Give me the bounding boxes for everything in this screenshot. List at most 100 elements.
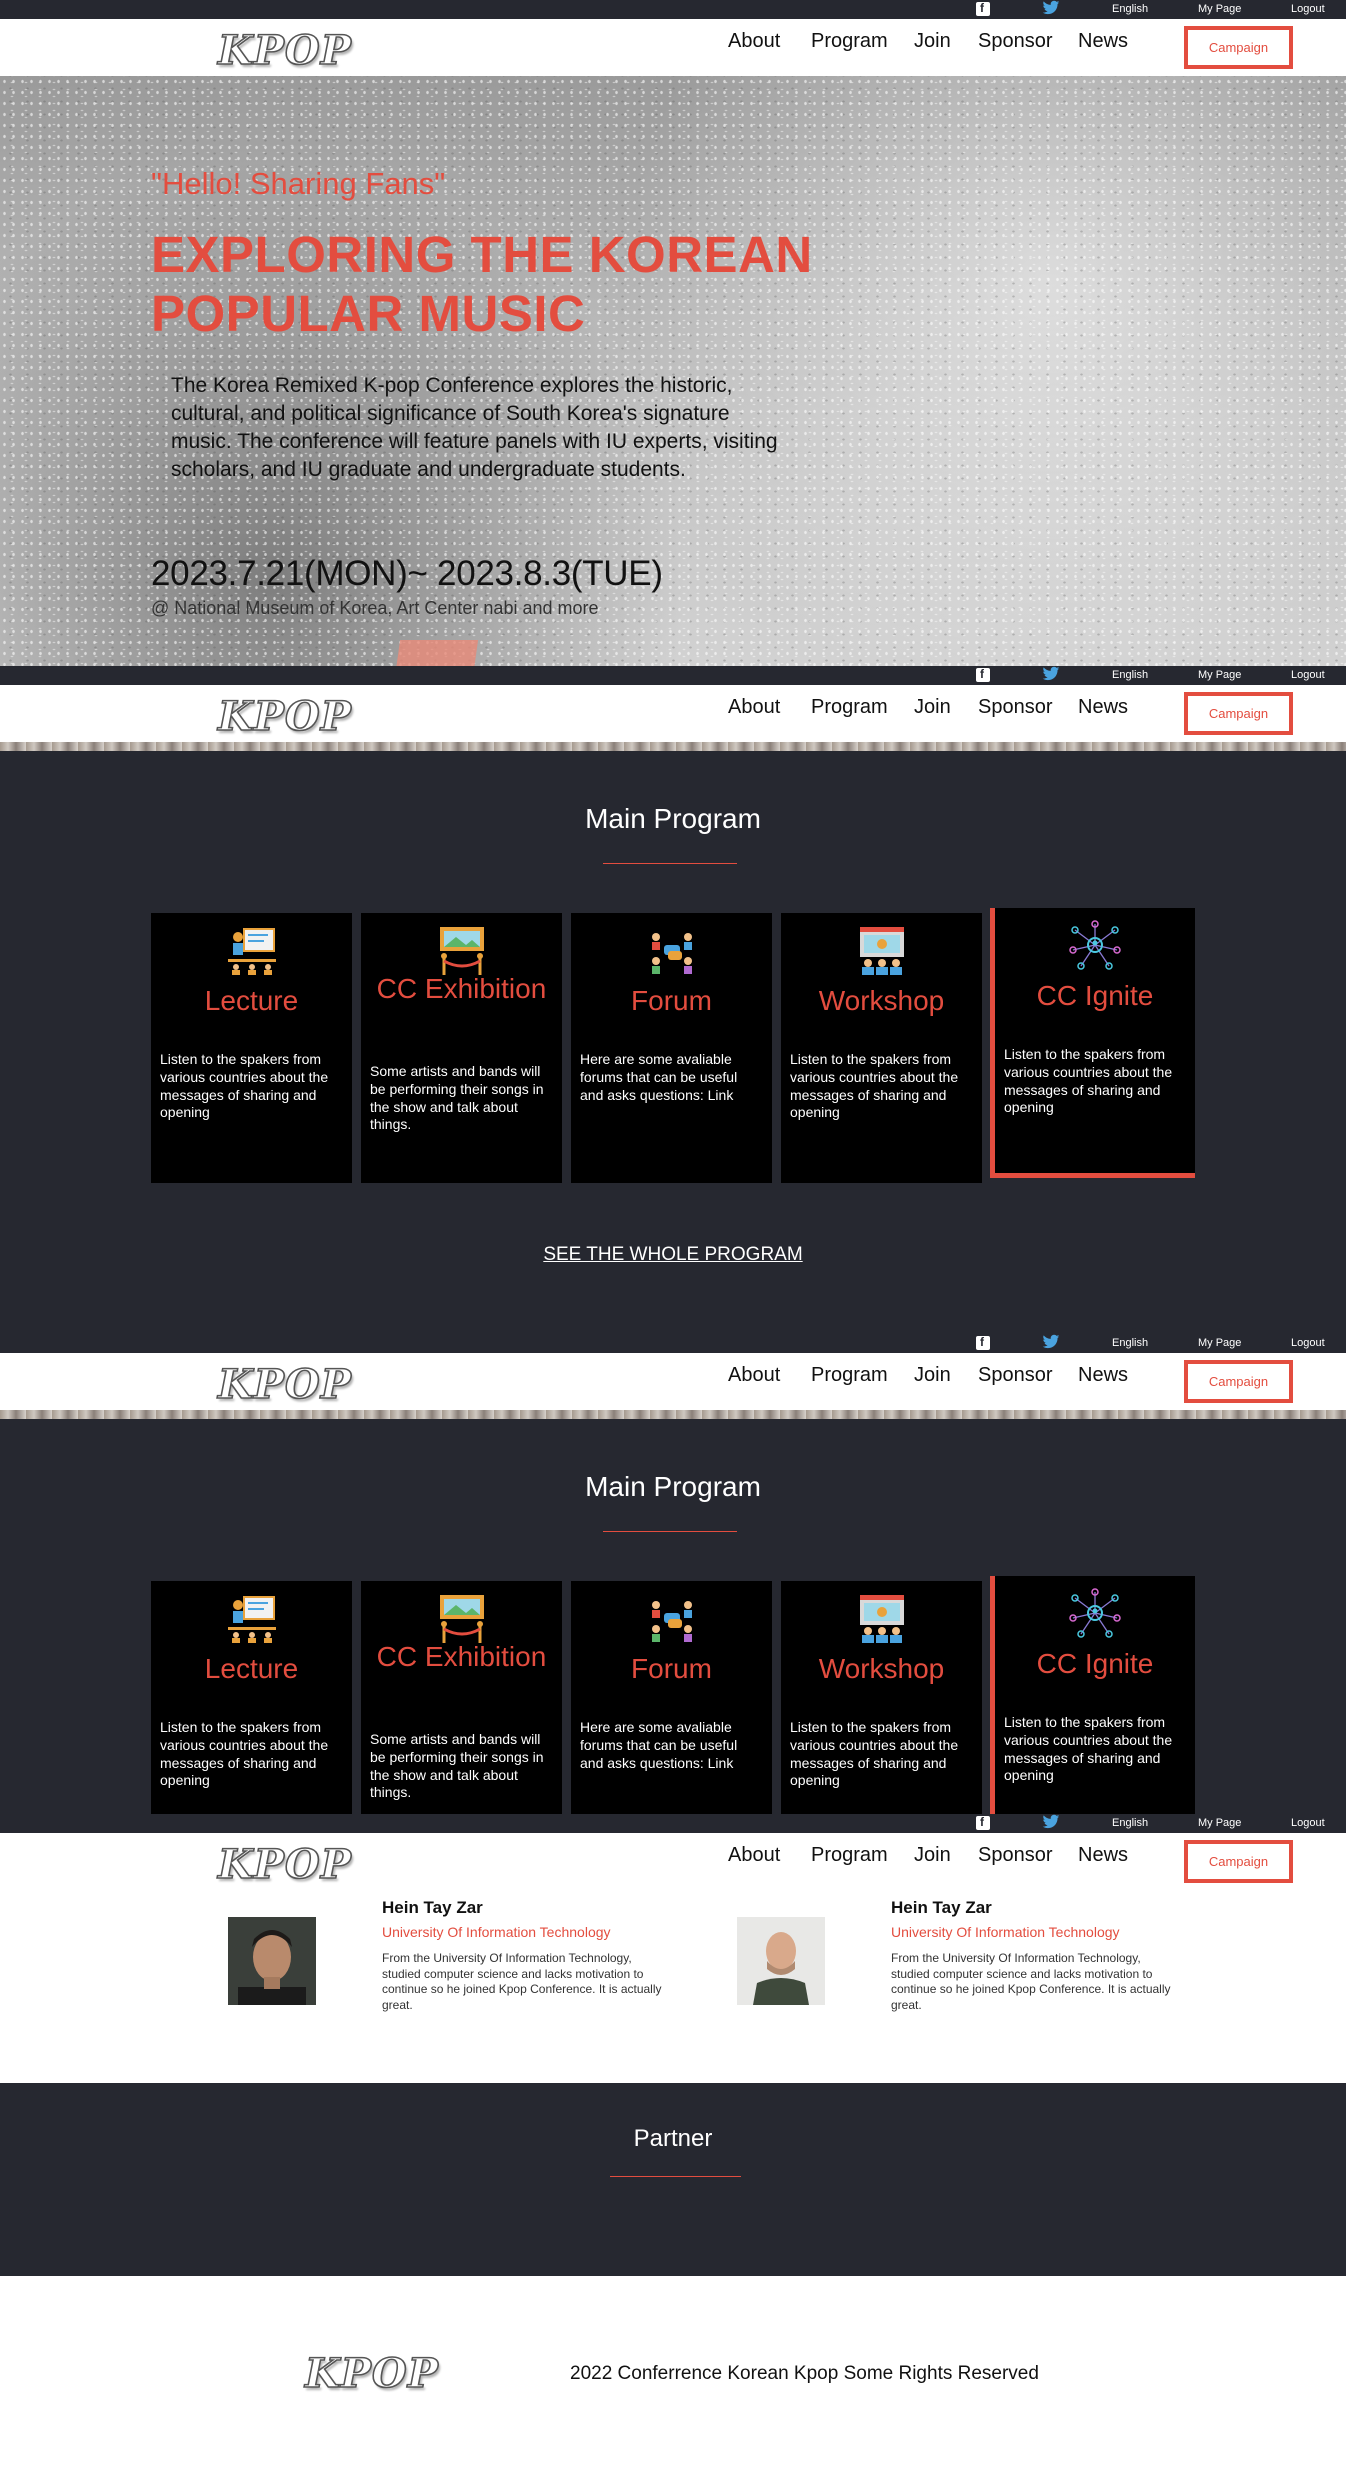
program-card-workshop[interactable]: Workshop Listen to the spakers from vari… [781,913,982,1183]
nav-news[interactable]: News [1078,696,1128,719]
speaker-bio: From the University Of Information Techn… [891,1951,1171,2012]
card-description: Listen to the spakers from various count… [1004,1714,1173,1784]
top-bar: English My Page Logout [0,1814,1346,1833]
my-page-link[interactable]: My Page [1198,1817,1241,1829]
twitter-icon[interactable] [1042,1814,1060,1830]
card-title: Forum [631,985,712,1016]
twitter-icon[interactable] [1042,0,1060,16]
campaign-button[interactable]: Campaign [1184,1840,1293,1883]
top-bar: English My Page Logout [0,666,1346,685]
top-bar: English My Page Logout [0,0,1346,19]
card-description: Listen to the spakers from various count… [790,1719,959,1789]
nav-program[interactable]: Program [811,1844,888,1867]
my-page-link[interactable]: My Page [1198,3,1241,15]
logout-link[interactable]: Logout [1291,3,1325,15]
footer-logo[interactable]: KPOP [304,2349,439,2398]
facebook-icon[interactable] [976,1335,990,1350]
see-whole-program-link[interactable]: SEE THE WHOLE PROGRAM [0,1244,1346,1266]
site-logo[interactable]: KPOP [217,1360,352,1409]
forum-icon [651,933,692,974]
program-card-lecture[interactable]: Lecture Listen to the spakers from vario… [151,1581,352,1814]
hero-title: EXPLORING THE KOREAN POPULAR MUSIC [151,226,851,343]
my-page-link[interactable]: My Page [1198,1337,1241,1349]
twitter-icon[interactable] [1042,1334,1060,1350]
program-card-forum[interactable]: Forum Here are some avaliable forums tha… [571,1581,772,1814]
facebook-icon[interactable] [976,1,990,16]
nav-bar: KPOP About Program Join Sponsor News Cam… [0,1833,1346,1890]
program-card-forum[interactable]: Forum Here are some avaliable forums tha… [571,913,772,1183]
workshop-icon [859,927,904,975]
campaign-button[interactable]: Campaign [1184,692,1293,735]
language-link[interactable]: English [1112,1337,1148,1349]
speaker-bio: From the University Of Information Techn… [382,1951,662,2012]
section-title: Partner [633,2125,713,2152]
program-card-ignite[interactable]: CC Ignite Listen to the spakers from var… [990,908,1195,1178]
language-link[interactable]: English [1112,1817,1148,1829]
exhibition-icon [439,1595,484,1643]
card-title: CC Ignite [1036,1648,1154,1679]
nav-sponsor[interactable]: Sponsor [978,1364,1053,1387]
nav-about[interactable]: About [728,1844,780,1867]
hero-title-line2: POPULAR MUSIC [151,284,586,342]
event-dates: 2023.7.21(MON)~ 2023.8.3(TUE) [151,554,663,593]
nav-join[interactable]: Join [914,1844,951,1867]
nav-bar: KPOP About Program Join Sponsor News Cam… [0,1353,1346,1410]
nav-bar: KPOP About Program Join Sponsor News Cam… [0,19,1346,76]
program-card-workshop[interactable]: Workshop Listen to the spakers from vari… [781,1581,982,1814]
partner-section: Partner [0,2083,1346,2276]
program-card-lecture[interactable]: Lecture Listen to the spakers from vario… [151,913,352,1183]
nav-sponsor[interactable]: Sponsor [978,696,1053,719]
card-description: Some artists and bands will be performin… [370,1731,544,1801]
nav-about[interactable]: About [728,30,780,53]
program-card-ignite[interactable]: CC Ignite Listen to the spakers from var… [990,1576,1195,1814]
section-title: Main Program [585,803,761,834]
campaign-button[interactable]: Campaign [1184,26,1293,69]
site-logo[interactable]: KPOP [217,1840,352,1889]
nav-program[interactable]: Program [811,30,888,53]
program-section: Main Program Lecture Listen to the spake… [0,1419,1346,1814]
language-link[interactable]: English [1112,3,1148,15]
nav-about[interactable]: About [728,696,780,719]
program-section: Main Program Lecture Listen to the spake… [0,751,1346,1355]
nav-sponsor[interactable]: Sponsor [978,1844,1053,1867]
network-icon [1069,1588,1121,1638]
program-card-exhibition[interactable]: CC Exhibition Some artists and bands wil… [361,913,562,1183]
nav-program[interactable]: Program [811,696,888,719]
logout-link[interactable]: Logout [1291,1817,1325,1829]
network-icon [1069,920,1121,970]
exhibition-icon [439,927,484,975]
speaker-organization: University Of Information Technology [382,1924,611,1940]
nav-news[interactable]: News [1078,1364,1128,1387]
logout-link[interactable]: Logout [1291,669,1325,681]
program-card-exhibition[interactable]: CC Exhibition Some artists and bands wil… [361,1581,562,1814]
card-description: Listen to the spakers from various count… [160,1051,329,1121]
nav-about[interactable]: About [728,1364,780,1387]
footer: KPOP 2022 Conferrence Korean Kpop Some R… [0,2276,1346,2478]
speaker-organization: University Of Information Technology [891,1924,1120,1940]
nav-news[interactable]: News [1078,1844,1128,1867]
site-logo[interactable]: KPOP [217,692,352,741]
card-title: Lecture [204,1653,299,1684]
nav-program[interactable]: Program [811,1364,888,1387]
nav-join[interactable]: Join [914,696,951,719]
my-page-link[interactable]: My Page [1198,669,1241,681]
campaign-button[interactable]: Campaign [1184,1360,1293,1403]
speaker-photo [737,1917,825,2005]
card-title: Workshop [818,985,945,1016]
forum-icon [651,1601,692,1642]
nav-news[interactable]: News [1078,30,1128,53]
facebook-icon[interactable] [976,1815,990,1830]
facebook-icon[interactable] [976,667,990,682]
site-logo[interactable]: KPOP [217,26,352,75]
nav-join[interactable]: Join [914,30,951,53]
twitter-icon[interactable] [1042,666,1060,682]
logout-link[interactable]: Logout [1291,1337,1325,1349]
card-title: CC Exhibition [376,973,547,1004]
image-strip [0,742,1346,751]
nav-join[interactable]: Join [914,1364,951,1387]
card-description: Listen to the spakers from various count… [160,1719,329,1789]
image-strip [0,1410,1346,1419]
lecture-icon [227,928,276,975]
language-link[interactable]: English [1112,669,1148,681]
nav-sponsor[interactable]: Sponsor [978,30,1053,53]
